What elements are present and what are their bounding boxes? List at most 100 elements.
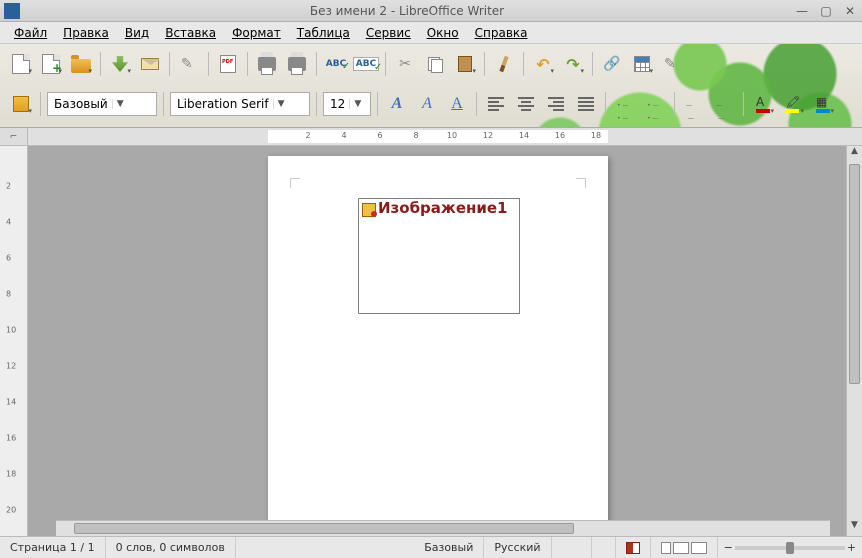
insert-table-button[interactable] — [629, 51, 655, 77]
view-single-icon[interactable] — [661, 542, 671, 554]
ruler-tick: 2 — [305, 131, 310, 140]
close-button[interactable]: ✕ — [842, 3, 858, 19]
paintbrush-icon — [499, 56, 508, 72]
page[interactable]: Изображение1 — [268, 156, 608, 536]
print-button[interactable] — [284, 51, 310, 77]
status-page[interactable]: Страница 1 / 1 — [0, 537, 106, 558]
font-name-combo[interactable]: Liberation Serif ▼ — [170, 92, 310, 116]
auto-spellcheck-button[interactable]: ABC — [353, 51, 379, 77]
paragraph-style-combo[interactable]: Базовый ▼ — [47, 92, 157, 116]
status-signature[interactable] — [616, 537, 651, 558]
align-right-button[interactable] — [543, 91, 569, 117]
toolbar-standard: ABC ABC ✂ ↶ ↷ 🔗 — [0, 44, 862, 84]
status-zoom[interactable]: − + — [718, 541, 862, 554]
show-draw-button[interactable] — [659, 51, 685, 77]
document-canvas[interactable]: Изображение1 — [28, 146, 846, 536]
numbered-list-button[interactable] — [612, 91, 638, 117]
status-insert-mode[interactable] — [552, 537, 592, 558]
format-paintbrush-button[interactable] — [491, 51, 517, 77]
ruler-horizontal[interactable]: ⌐ 24681012141618 — [0, 128, 862, 146]
view-book-icon[interactable] — [691, 542, 707, 554]
print-preview-button[interactable] — [254, 51, 280, 77]
scroll-down-button[interactable]: ▼ — [847, 520, 862, 536]
zoom-slider[interactable] — [735, 546, 845, 550]
status-wordcount[interactable]: 0 слов, 0 символов — [106, 537, 236, 558]
export-pdf-button[interactable] — [215, 51, 241, 77]
status-view-layout[interactable] — [651, 537, 718, 558]
menu-help[interactable]: Справка — [467, 26, 536, 40]
view-multi-icon[interactable] — [673, 542, 689, 554]
bullet-list-button[interactable] — [642, 91, 668, 117]
status-page-style[interactable]: Базовый — [414, 537, 484, 558]
ruler-track: 24681012141618 — [28, 128, 862, 145]
separator — [743, 92, 744, 116]
scroll-up-button[interactable]: ▲ — [847, 146, 862, 162]
indent-icon — [716, 97, 732, 111]
scrollbar-vertical[interactable]: ▲ ▼ — [846, 146, 862, 536]
open-button[interactable] — [68, 51, 94, 77]
background-color-button[interactable]: ▦ — [810, 91, 836, 117]
separator — [523, 52, 524, 76]
menu-insert[interactable]: Вставка — [157, 26, 224, 40]
paste-button[interactable] — [452, 51, 478, 77]
menu-window[interactable]: Окно — [419, 26, 467, 40]
spellcheck-icon: ABC — [326, 59, 346, 69]
copy-button[interactable] — [422, 51, 448, 77]
menu-file[interactable]: Файл — [6, 26, 55, 40]
edit-mode-button[interactable] — [176, 51, 202, 77]
scrollbar-thumb[interactable] — [74, 523, 574, 534]
separator — [316, 92, 317, 116]
align-justify-button[interactable] — [573, 91, 599, 117]
image-placeholder-icon — [362, 203, 376, 217]
align-center-button[interactable] — [513, 91, 539, 117]
image-frame[interactable]: Изображение1 — [358, 198, 520, 314]
status-language[interactable]: Русский — [484, 537, 551, 558]
chevron-down-icon[interactable]: ▼ — [273, 99, 289, 109]
redo-button[interactable]: ↷ — [560, 51, 586, 77]
new-document-button[interactable] — [8, 51, 34, 77]
ruler-vertical[interactable]: 2468101214161820 — [0, 146, 28, 536]
minimize-button[interactable]: — — [794, 3, 810, 19]
align-left-button[interactable] — [483, 91, 509, 117]
align-right-icon — [548, 97, 564, 111]
zoom-in-button[interactable]: + — [847, 541, 856, 554]
decrease-indent-button[interactable] — [681, 91, 707, 117]
ruler-tick: 4 — [341, 131, 346, 140]
bold-button[interactable]: A — [384, 91, 410, 117]
menu-tools[interactable]: Сервис — [358, 26, 419, 40]
pdf-icon — [220, 55, 236, 73]
chevron-down-icon[interactable]: ▼ — [349, 99, 365, 109]
cut-button[interactable]: ✂ — [392, 51, 418, 77]
highlight-button[interactable]: 🖍 — [780, 91, 806, 117]
increase-indent-button[interactable] — [711, 91, 737, 117]
new-template-button[interactable] — [38, 51, 64, 77]
status-selection-mode[interactable] — [592, 537, 616, 558]
menu-view[interactable]: Вид — [117, 26, 157, 40]
scissors-icon: ✂ — [399, 56, 411, 72]
menu-format[interactable]: Формат — [224, 26, 289, 40]
separator — [169, 52, 170, 76]
undo-button[interactable]: ↶ — [530, 51, 556, 77]
styles-icon — [13, 96, 29, 112]
spellcheck-button[interactable]: ABC — [323, 51, 349, 77]
menu-table[interactable]: Таблица — [289, 26, 358, 40]
chevron-down-icon[interactable]: ▼ — [112, 99, 128, 109]
scrollbar-horizontal[interactable] — [56, 520, 830, 536]
paint-bucket-icon: ▦ — [816, 95, 830, 113]
ruler-tick: 12 — [6, 362, 16, 371]
font-size-combo[interactable]: 12 ▼ — [323, 92, 371, 116]
menu-edit[interactable]: Правка — [55, 26, 117, 40]
font-color-button[interactable]: A — [750, 91, 776, 117]
email-button[interactable] — [137, 51, 163, 77]
maximize-button[interactable]: ▢ — [818, 3, 834, 19]
underline-button[interactable]: A — [444, 91, 470, 117]
italic-button[interactable]: A — [414, 91, 440, 117]
hyperlink-button[interactable]: 🔗 — [599, 51, 625, 77]
font-color-icon: A — [756, 95, 770, 113]
scrollbar-thumb[interactable] — [849, 164, 860, 384]
styles-button[interactable] — [8, 91, 34, 117]
align-left-icon — [488, 97, 504, 111]
save-button[interactable] — [107, 51, 133, 77]
ruler-tick: 2 — [6, 182, 11, 191]
zoom-out-button[interactable]: − — [724, 541, 733, 554]
